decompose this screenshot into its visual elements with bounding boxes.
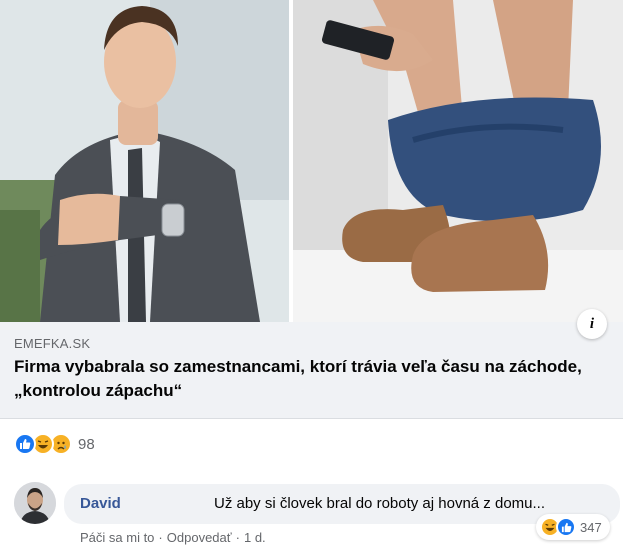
- avatar[interactable]: [14, 482, 56, 524]
- info-icon[interactable]: i: [577, 309, 607, 339]
- link-preview-image[interactable]: [0, 0, 623, 322]
- separator-dot: ·: [158, 530, 163, 545]
- comment-timestamp[interactable]: 1 d.: [244, 530, 266, 545]
- link-domain: EMEFKA.SK: [14, 336, 91, 351]
- like-reaction-icon: [14, 433, 36, 455]
- comment-like-link[interactable]: Páči sa mi to: [80, 530, 154, 545]
- toilet-photo: [293, 0, 623, 322]
- businessman-photo: [0, 0, 289, 322]
- comment-actions: Páči sa mi to · Odpovedať · 1 d.: [80, 530, 266, 545]
- comment-reply-link[interactable]: Odpovedať: [167, 530, 232, 545]
- like-reaction-icon: [556, 517, 576, 537]
- comment-text: Už aby si človek bral do roboty aj hovná…: [214, 495, 545, 512]
- link-headline[interactable]: Firma vybabrala so zamestnancami, ktorí …: [14, 355, 594, 403]
- separator-dot: ·: [235, 530, 240, 545]
- comment-author[interactable]: David: [80, 495, 121, 512]
- reaction-count[interactable]: 98: [78, 436, 95, 453]
- comment-reactions[interactable]: 347: [536, 514, 610, 540]
- comment-reaction-count: 347: [580, 519, 602, 535]
- post-reactions[interactable]: 98: [14, 432, 95, 456]
